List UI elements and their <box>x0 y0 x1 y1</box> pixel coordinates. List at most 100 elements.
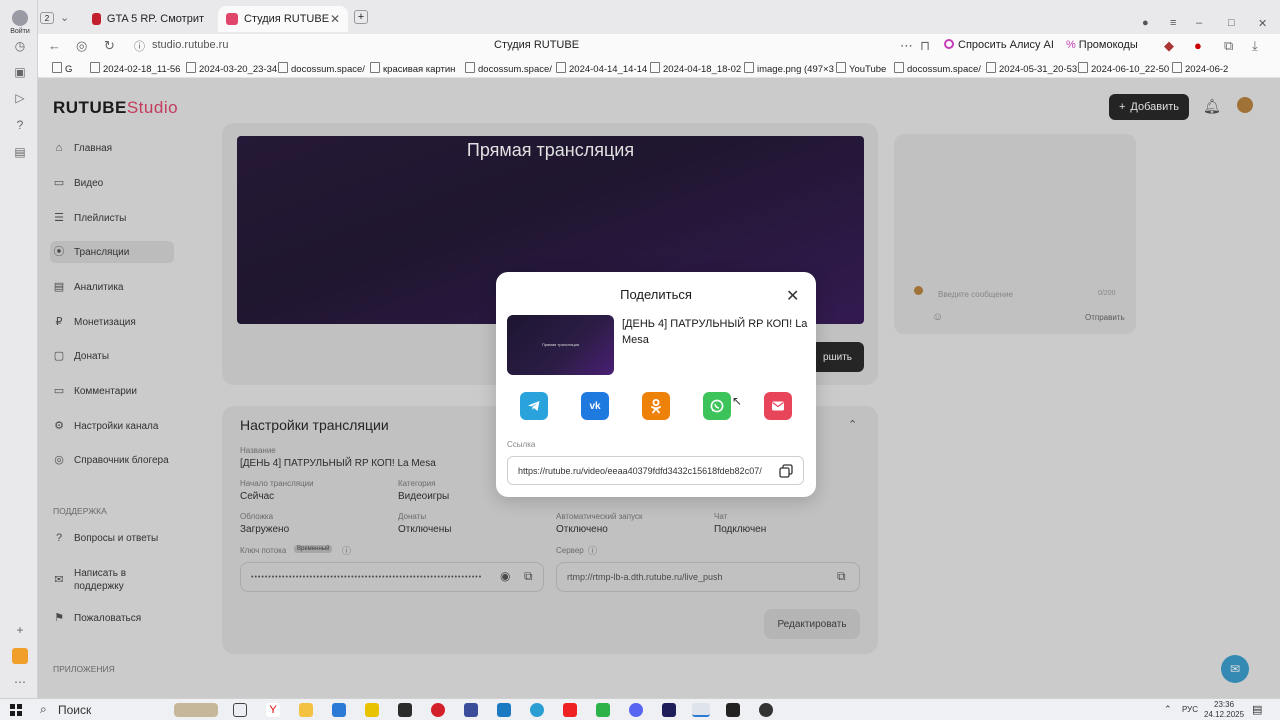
bookmark-item[interactable]: 2024-06-10_22-50 <box>1078 62 1169 75</box>
menu-icon[interactable]: ≡ <box>1162 10 1184 36</box>
search-icon[interactable]: ⌕ <box>40 702 47 717</box>
close-tab-icon[interactable]: ✕ <box>330 12 340 26</box>
share-link-value: https://rutube.ru/video/eeaa40379fdfd343… <box>518 466 762 476</box>
close-icon[interactable]: ✕ <box>786 286 799 306</box>
screenshot-icon[interactable]: ⧉ <box>1224 38 1233 54</box>
more-actions-icon[interactable]: ⋯ <box>900 38 913 54</box>
new-tab-icon[interactable]: + <box>354 10 368 24</box>
tab-gta[interactable]: GTA 5 RP. Смотрите виде <box>84 6 212 32</box>
share-vk-button[interactable]: vk <box>581 392 609 420</box>
site-info-icon[interactable]: ⓘ <box>134 38 145 54</box>
gallery-icon[interactable]: ▤ <box>12 144 28 160</box>
mouse-cursor-icon: ↖ <box>732 394 743 408</box>
share-whatsapp-button[interactable] <box>703 392 731 420</box>
media-icon[interactable]: ▷ <box>12 90 28 106</box>
app-tool-icon[interactable] <box>365 703 379 717</box>
obs-icon[interactable] <box>759 703 773 717</box>
share-link-field[interactable]: https://rutube.ru/video/eeaa40379fdfd343… <box>507 456 804 485</box>
share-telegram-button[interactable] <box>520 392 548 420</box>
notifications-icon[interactable]: ▤ <box>1252 703 1262 716</box>
link-label: Ссылка <box>507 440 536 449</box>
tray-chevron-icon[interactable]: ⌃ <box>1164 704 1172 715</box>
back-icon[interactable]: ← <box>48 38 61 53</box>
thumbnail-title: Прямая трансляция <box>541 342 580 347</box>
edge-icon[interactable] <box>530 703 544 717</box>
shield-icon[interactable]: ◎ <box>76 38 87 54</box>
bookmark-item[interactable]: 2024-04-14_14-14 <box>556 62 647 75</box>
alisa-label: Спросить Алису AI <box>958 39 1054 51</box>
app-icon-2[interactable] <box>464 703 478 717</box>
minimize-icon[interactable]: – <box>1188 10 1210 36</box>
tab-count-badge[interactable]: 2 <box>40 12 54 24</box>
record-icon[interactable]: ● <box>1194 38 1202 53</box>
yandex-icon[interactable]: Y <box>266 703 280 717</box>
url-field[interactable]: studio.rutube.ru <box>152 39 228 51</box>
bookmark-item[interactable]: 2024-03-20_23-34 <box>186 62 277 75</box>
bookmark-icon-g[interactable]: G <box>52 62 72 75</box>
address-bar: ← ◎ ↻ ⓘ studio.rutube.ru Студия RUTUBE ⋯… <box>38 34 1280 58</box>
extension-icon[interactable]: ◆ <box>1164 38 1174 54</box>
whatsapp-icon <box>710 399 724 413</box>
modal-title: Поделиться <box>620 287 692 302</box>
bookmark-item[interactable]: 2024-06-2 <box>1172 62 1228 75</box>
promo-button[interactable]: % Промокоды <box>1066 39 1138 51</box>
explorer-icon[interactable] <box>299 703 313 717</box>
widget-thumbnail[interactable] <box>174 703 218 717</box>
reload-icon[interactable]: ↻ <box>104 38 115 54</box>
opera-icon[interactable] <box>431 703 445 717</box>
start-windows-icon[interactable] <box>10 704 22 716</box>
bookmark-item[interactable]: docossum.space/ <box>894 62 981 75</box>
collections-icon[interactable]: ▣ <box>12 64 28 80</box>
tab-bar: 2 ⌄ GTA 5 RP. Смотрите виде Студия RUTUB… <box>38 0 1280 34</box>
app-icon[interactable] <box>12 648 28 664</box>
help-side-icon[interactable]: ? <box>12 117 28 133</box>
active-browser-icon[interactable] <box>692 703 710 717</box>
share-email-button[interactable] <box>764 392 792 420</box>
rutube-favicon-icon <box>226 13 238 25</box>
percent-icon: % <box>1066 39 1076 51</box>
bookmarks-bar: G 2024-02-18_11-56 2024-03-20_23-34 doco… <box>38 58 1280 78</box>
share-modal: Поделиться ✕ Прямая трансляция [ДЕНЬ 4] … <box>496 272 816 497</box>
history-icon[interactable]: ◷ <box>12 38 28 54</box>
bookmark-item[interactable]: 2024-04-18_18-02 <box>650 62 741 75</box>
bookmark-icon[interactable]: ⊓ <box>920 38 930 54</box>
language-indicator[interactable]: РУС <box>1182 705 1198 714</box>
app-shield-icon[interactable] <box>398 703 412 717</box>
email-icon <box>772 401 784 411</box>
ask-alisa-button[interactable]: Спросить Алису AI <box>944 39 1054 51</box>
bookmark-item[interactable]: docossum.space/ <box>465 62 552 75</box>
vscode-icon[interactable] <box>662 703 676 717</box>
shared-video-title: [ДЕНЬ 4] ПАТРУЛЬНЫЙ RP КОП! La Mesa <box>622 318 808 346</box>
add-panel-icon[interactable]: + <box>12 622 28 638</box>
bookmark-item[interactable]: image.png (497×3 <box>744 62 834 75</box>
bookmark-item[interactable]: docossum.space/ <box>278 62 365 75</box>
system-clock[interactable]: 23:36 24.12.2025 <box>1204 700 1244 720</box>
task-view-icon[interactable] <box>233 703 247 717</box>
discord-icon[interactable] <box>629 703 643 717</box>
copy-link-icon[interactable] <box>778 463 794 479</box>
terminal-icon[interactable] <box>726 703 740 717</box>
bookmark-item[interactable]: YouTube <box>836 62 886 75</box>
clock-date: 24.12.2025 <box>1204 710 1245 719</box>
yandex-browser-icon[interactable] <box>563 703 577 717</box>
store-icon[interactable] <box>332 703 346 717</box>
bookmark-item[interactable]: 2024-05-31_20-53 <box>986 62 1077 75</box>
download-icon[interactable]: ⤓ <box>1252 38 1258 54</box>
clock-time: 23:36 <box>1214 700 1235 709</box>
app-icon-3[interactable] <box>497 703 511 717</box>
more-icon[interactable]: ⋯ <box>12 674 28 690</box>
tab-label: Студия RUTUBE <box>244 13 330 25</box>
taskbar-search[interactable]: Поиск <box>58 703 91 717</box>
youtube-favicon-icon <box>92 13 101 25</box>
tab-label: GTA 5 RP. Смотрите виде <box>106 13 204 25</box>
page-title: Студия RUTUBE <box>494 39 580 51</box>
maximize-icon[interactable]: □ <box>1220 10 1243 36</box>
bookmark-item[interactable]: 2024-02-18_11-56 <box>90 62 180 75</box>
tab-studio[interactable]: Студия RUTUBE ✕ <box>218 6 348 32</box>
share-ok-button[interactable] <box>642 392 670 420</box>
tab-list-chevron-icon[interactable]: ⌄ <box>60 10 69 24</box>
close-window-icon[interactable]: ✕ <box>1250 10 1275 36</box>
notepad-plus-icon[interactable] <box>596 703 610 717</box>
sync-icon[interactable]: ● <box>1134 10 1157 36</box>
bookmark-item[interactable]: красивая картин <box>370 62 455 75</box>
